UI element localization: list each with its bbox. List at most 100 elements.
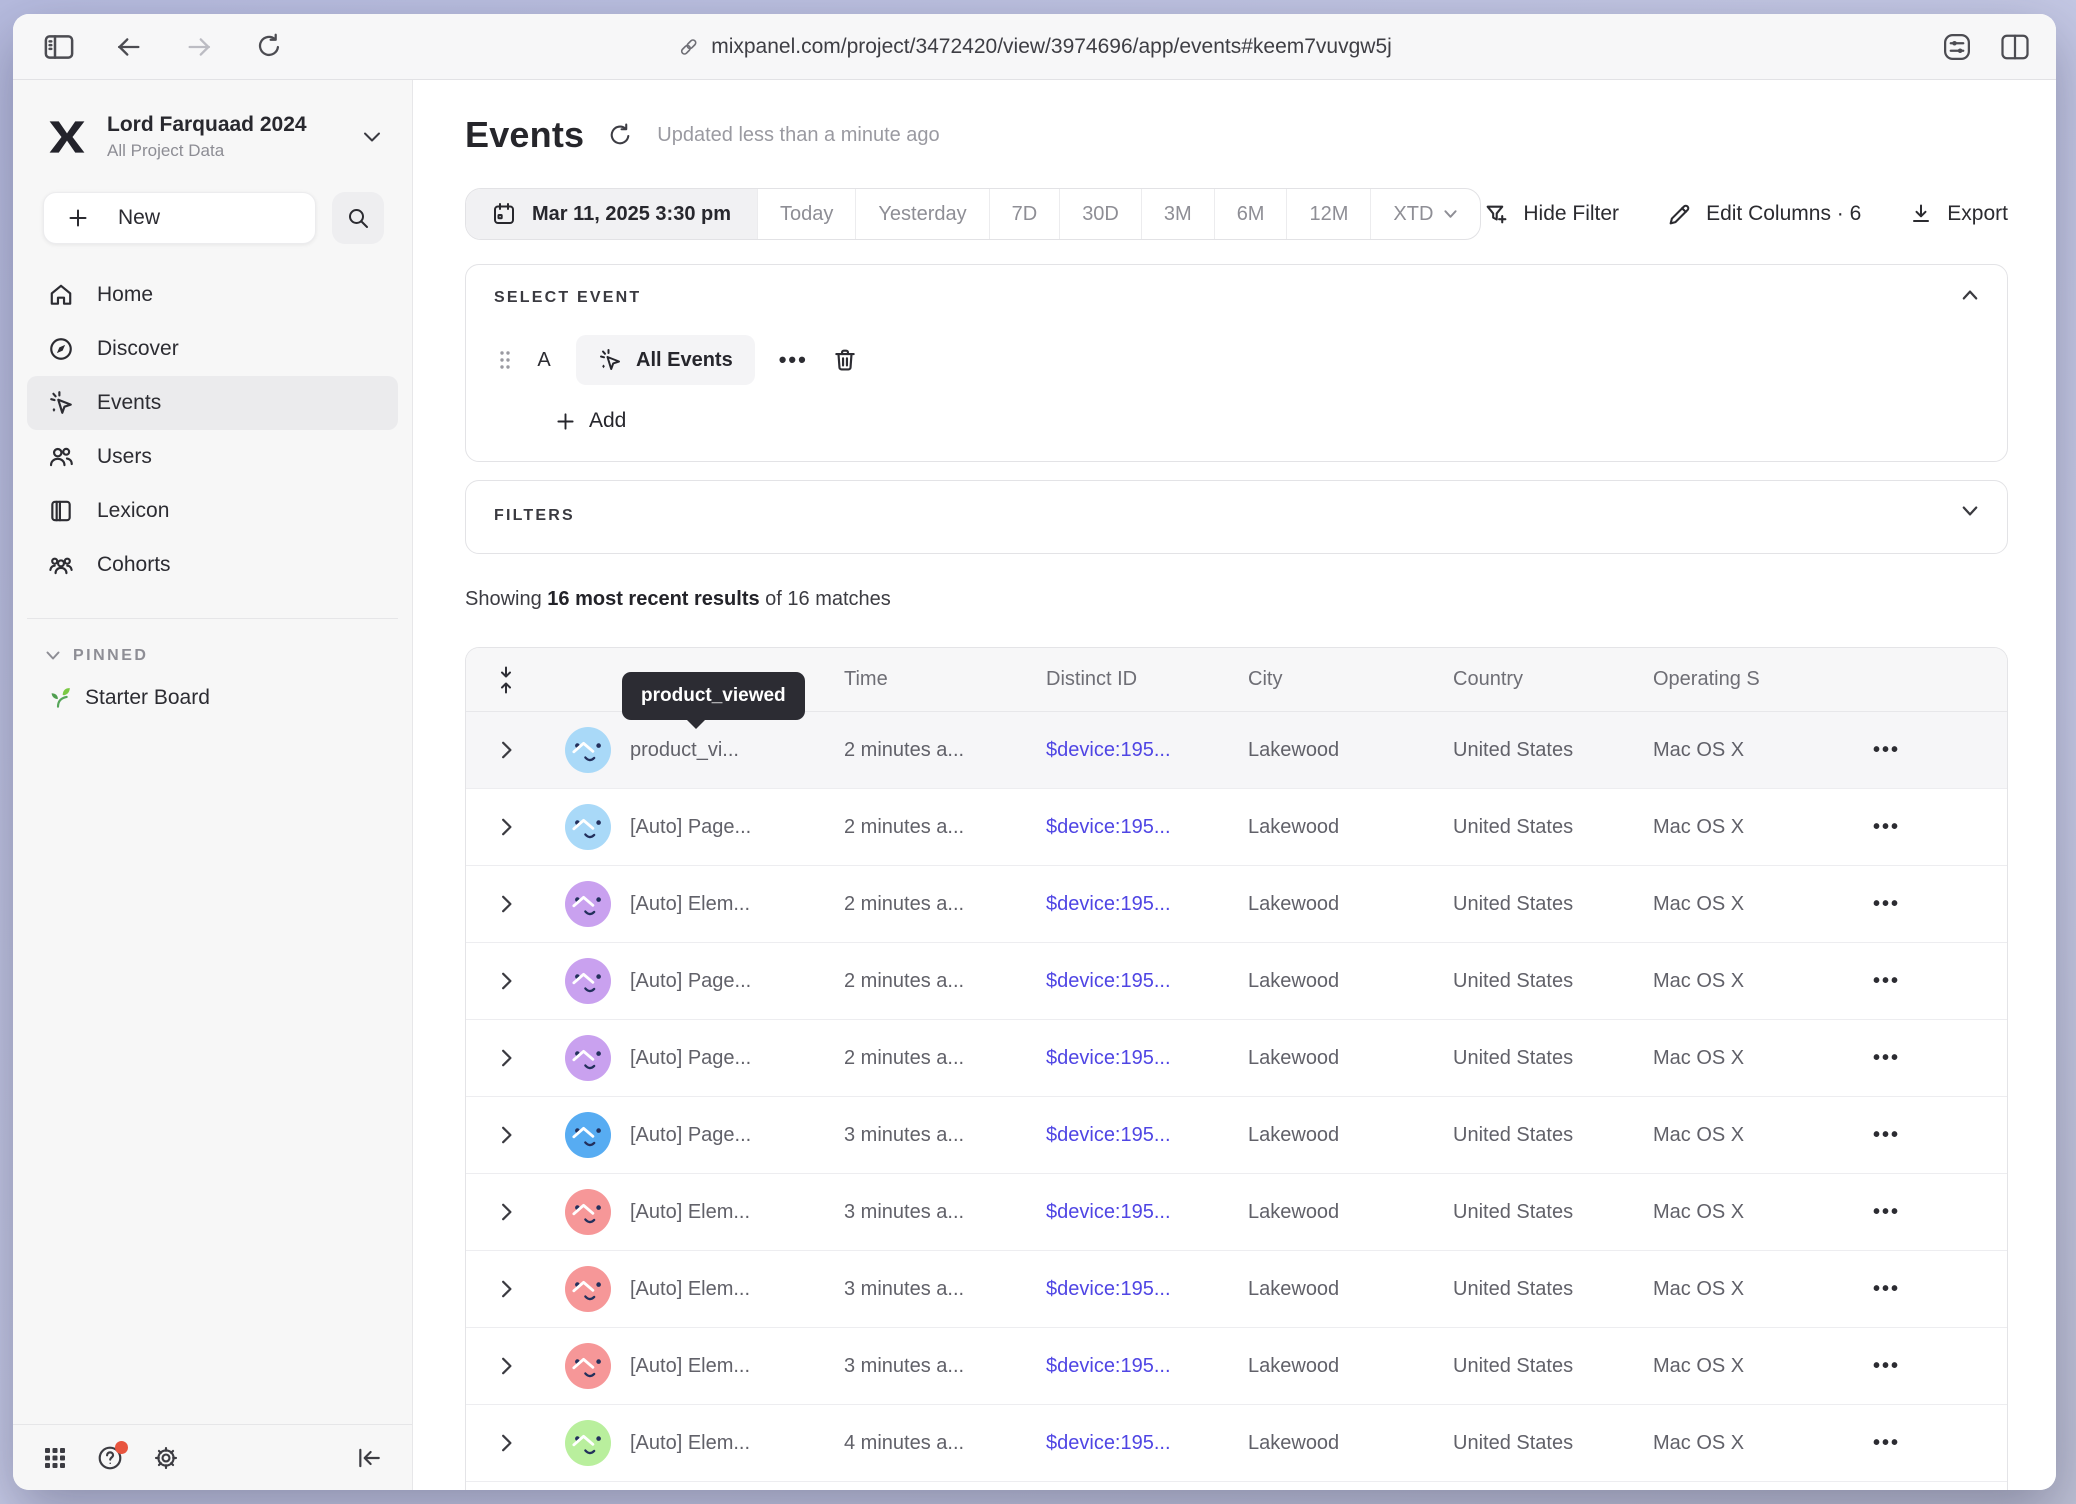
collapse-sidebar-icon[interactable]: [356, 1446, 382, 1470]
row-more-button[interactable]: •••: [1873, 1201, 1900, 1223]
drag-handle-icon[interactable]: [498, 349, 512, 371]
distinct-id-link[interactable]: $device:195...: [1046, 1124, 1248, 1147]
expand-row-icon[interactable]: [499, 971, 514, 991]
split-view-icon[interactable]: [2000, 33, 2030, 61]
expand-row-icon[interactable]: [499, 1433, 514, 1453]
sidebar-item-home[interactable]: Home: [27, 268, 398, 322]
sidebar-item-discover[interactable]: Discover: [27, 322, 398, 376]
chevron-down-icon[interactable]: [362, 130, 382, 144]
distinct-id-link[interactable]: $device:195...: [1046, 816, 1248, 839]
range-xtd[interactable]: XTD: [1370, 189, 1480, 239]
collapse-all-rows-icon[interactable]: [466, 665, 546, 695]
expand-row-icon[interactable]: [499, 1048, 514, 1068]
expand-row-icon[interactable]: [499, 817, 514, 837]
table-row[interactable]: [Auto] Page... 3 minutes a... $device:19…: [466, 1097, 2007, 1174]
city-cell: Lakewood: [1248, 1047, 1453, 1070]
column-header-distinct-id[interactable]: Distinct ID: [1046, 668, 1248, 691]
table-row[interactable]: [Auto] Elem... 2 minutes a... $device:19…: [466, 866, 2007, 943]
event-more-button[interactable]: •••: [779, 347, 808, 373]
table-row[interactable]: [Auto] Page... 2 minutes a... $device:19…: [466, 789, 2007, 866]
country-cell: United States: [1453, 1355, 1653, 1378]
export-button[interactable]: Export: [1909, 202, 2008, 226]
row-more-button[interactable]: •••: [1873, 893, 1900, 915]
browser-sidebar-toggle-icon[interactable]: [39, 27, 79, 67]
distinct-id-link[interactable]: $device:195...: [1046, 1355, 1248, 1378]
time-cell: 2 minutes a...: [844, 1047, 1046, 1070]
forward-icon[interactable]: [179, 27, 219, 67]
sidebar-item-cohorts[interactable]: Cohorts: [27, 538, 398, 592]
expand-row-icon[interactable]: [499, 1356, 514, 1376]
row-more-button[interactable]: •••: [1873, 739, 1900, 761]
distinct-id-link[interactable]: $device:195...: [1046, 1432, 1248, 1455]
column-header-time[interactable]: Time: [844, 668, 1046, 691]
column-header-os[interactable]: Operating S: [1653, 668, 1833, 691]
range-yesterday[interactable]: Yesterday: [855, 189, 988, 239]
table-row[interactable]: [Auto] Elem... 4 minutes a... $device:19…: [466, 1405, 2007, 1482]
expand-row-icon[interactable]: [499, 1202, 514, 1222]
range-7d[interactable]: 7D: [989, 189, 1060, 239]
distinct-id-link[interactable]: $device:195...: [1046, 970, 1248, 993]
range-12m[interactable]: 12M: [1286, 189, 1370, 239]
table-row[interactable]: [466, 1482, 2007, 1490]
range-6m[interactable]: 6M: [1214, 189, 1287, 239]
apps-grid-icon[interactable]: [43, 1446, 67, 1470]
expand-row-icon[interactable]: [499, 1279, 514, 1299]
table-row[interactable]: [Auto] Elem... 3 minutes a... $device:19…: [466, 1328, 2007, 1405]
pinned-section-header[interactable]: PINNED: [13, 619, 412, 671]
column-header-city[interactable]: City: [1248, 668, 1453, 691]
reload-icon[interactable]: [249, 27, 289, 67]
distinct-id-link[interactable]: $device:195...: [1046, 1047, 1248, 1070]
sidebar-item-events[interactable]: Events: [27, 376, 398, 430]
table-row[interactable]: [Auto] Page... 2 minutes a... $device:19…: [466, 943, 2007, 1020]
row-more-button[interactable]: •••: [1873, 1047, 1900, 1069]
users-icon: [47, 444, 75, 470]
sidebar-item-starter-board[interactable]: Starter Board: [13, 671, 412, 725]
row-more-button[interactable]: •••: [1873, 1124, 1900, 1146]
row-more-button[interactable]: •••: [1873, 1355, 1900, 1377]
table-row[interactable]: [Auto] Page... 2 minutes a... $device:19…: [466, 1020, 2007, 1097]
pinned-item-label: Starter Board: [85, 686, 210, 710]
refresh-icon[interactable]: [608, 123, 633, 148]
row-more-button[interactable]: •••: [1873, 970, 1900, 992]
search-button[interactable]: [332, 192, 384, 244]
workspace-switcher[interactable]: Lord Farquaad 2024 All Project Data: [13, 80, 412, 184]
updated-status: Updated less than a minute ago: [657, 124, 939, 147]
os-cell: Mac OS X: [1653, 893, 1833, 916]
new-button[interactable]: New: [43, 192, 316, 244]
page-settings-icon[interactable]: [1942, 32, 1972, 62]
back-icon[interactable]: [109, 27, 149, 67]
city-cell: Lakewood: [1248, 1201, 1453, 1224]
row-more-button[interactable]: •••: [1873, 1278, 1900, 1300]
add-event-button[interactable]: Add: [556, 409, 1979, 433]
event-selector-chip[interactable]: All Events: [576, 335, 755, 385]
row-more-button[interactable]: •••: [1873, 1432, 1900, 1454]
range-3m[interactable]: 3M: [1141, 189, 1214, 239]
distinct-id-link[interactable]: $device:195...: [1046, 1201, 1248, 1224]
range-today[interactable]: Today: [757, 189, 855, 239]
help-icon[interactable]: [97, 1445, 123, 1471]
city-cell: Lakewood: [1248, 1124, 1453, 1147]
sidebar-item-lexicon[interactable]: Lexicon: [27, 484, 398, 538]
distinct-id-link[interactable]: $device:195...: [1046, 1278, 1248, 1301]
collapse-panel-icon[interactable]: [1961, 289, 1979, 301]
expand-row-icon[interactable]: [499, 1125, 514, 1145]
range-30d[interactable]: 30D: [1059, 189, 1141, 239]
edit-columns-button[interactable]: Edit Columns · 6: [1667, 202, 1861, 227]
hide-filter-button[interactable]: Hide Filter: [1484, 202, 1619, 227]
expand-row-icon[interactable]: [499, 894, 514, 914]
expand-row-icon[interactable]: [499, 740, 514, 760]
column-header-country[interactable]: Country: [1453, 668, 1653, 691]
table-row[interactable]: [Auto] Elem... 3 minutes a... $device:19…: [466, 1174, 2007, 1251]
expand-panel-icon[interactable]: [1961, 505, 1979, 517]
trash-icon[interactable]: [832, 347, 858, 373]
sidebar-item-users[interactable]: Users: [27, 430, 398, 484]
country-cell: United States: [1453, 970, 1653, 993]
address-bar[interactable]: mixpanel.com/project/3472420/view/397469…: [677, 35, 1392, 59]
hide-filter-label: Hide Filter: [1523, 202, 1619, 226]
distinct-id-link[interactable]: $device:195...: [1046, 739, 1248, 762]
table-row[interactable]: [Auto] Elem... 3 minutes a... $device:19…: [466, 1251, 2007, 1328]
settings-gear-icon[interactable]: [153, 1445, 179, 1471]
date-picker-button[interactable]: Mar 11, 2025 3:30 pm: [466, 189, 757, 239]
distinct-id-link[interactable]: $device:195...: [1046, 893, 1248, 916]
row-more-button[interactable]: •••: [1873, 816, 1900, 838]
